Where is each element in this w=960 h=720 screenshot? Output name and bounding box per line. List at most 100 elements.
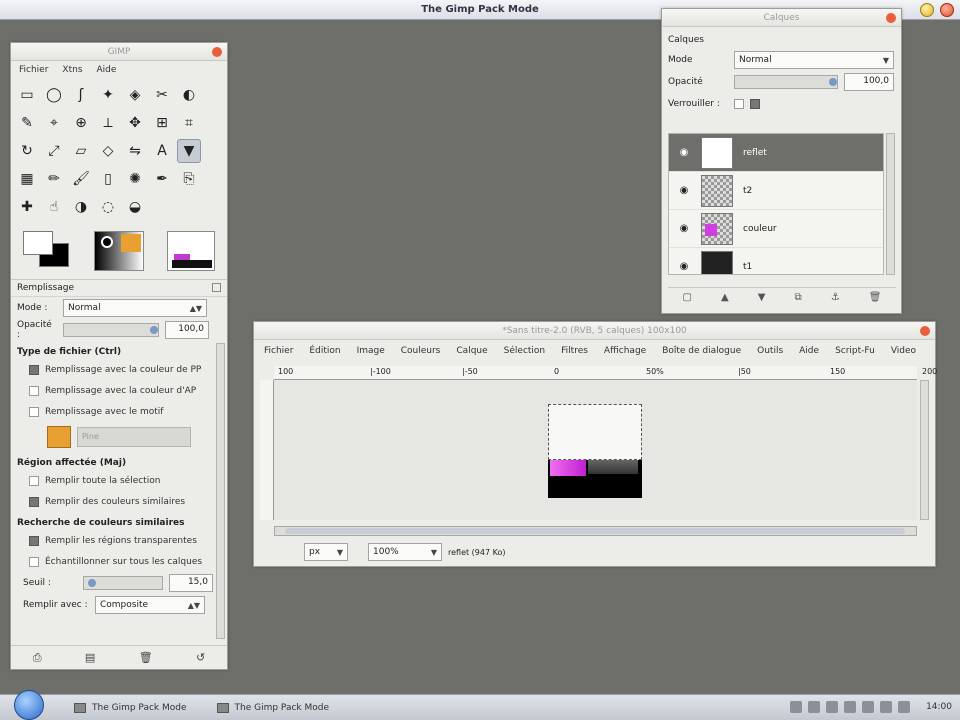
blur-icon[interactable]: ◌	[96, 195, 120, 219]
layer-row[interactable]: ◉ t2	[669, 172, 883, 210]
threshold-spin[interactable]: 15,0	[169, 574, 213, 592]
opacity-spin[interactable]: 100,0	[165, 321, 209, 339]
zoom-icon[interactable]: ⊕	[69, 111, 93, 135]
image-menu-item[interactable]: Outils	[757, 346, 783, 356]
fill-pattern-option[interactable]: Remplissage avec le motif	[11, 401, 227, 422]
rect-select-icon[interactable]: ▭	[15, 83, 39, 107]
reset-options-icon[interactable]: ↺	[196, 651, 205, 664]
image-menu-item[interactable]: Boîte de dialogue	[662, 346, 741, 356]
smudge-icon[interactable]: ☝	[42, 195, 66, 219]
fuzzy-select-icon[interactable]: ✦	[96, 83, 120, 107]
options-scrollbar[interactable]	[216, 343, 225, 639]
layer-row[interactable]: ◉ reflet	[669, 134, 883, 172]
delete-options-icon[interactable]: 🗑	[139, 651, 153, 664]
perspective-icon[interactable]: ◇	[96, 139, 120, 163]
eraser-icon[interactable]: ▯	[96, 167, 120, 191]
move-icon[interactable]: ✥	[123, 111, 147, 135]
align-icon[interactable]: ⊞	[150, 111, 174, 135]
layer-opacity-slider[interactable]	[734, 75, 838, 89]
tray-icon[interactable]	[862, 701, 874, 713]
pencil-icon[interactable]: ✏	[42, 167, 66, 191]
image-menu-item[interactable]: Filtres	[561, 346, 588, 356]
fill-fg-option[interactable]: Remplissage avec la couleur de PP	[11, 359, 227, 380]
eye-icon[interactable]: ◉	[677, 185, 691, 196]
crop-icon[interactable]: ⌗	[177, 111, 201, 135]
menu-fichier[interactable]: Fichier	[19, 65, 48, 75]
heal-icon[interactable]: ✚	[15, 195, 39, 219]
free-select-icon[interactable]: ʃ	[69, 83, 93, 107]
restore-options-icon[interactable]: ▤	[85, 651, 95, 664]
mode-select[interactable]: Normal ▲▼	[63, 299, 207, 317]
ink-icon[interactable]: ✒	[150, 167, 174, 191]
image-menu-item[interactable]: Calque	[456, 346, 487, 356]
paintbrush-icon[interactable]: 🖌	[69, 167, 93, 191]
layer-list-scrollbar[interactable]	[886, 133, 895, 275]
lock-alpha-icon[interactable]	[750, 99, 760, 109]
eye-icon[interactable]: ◉	[677, 261, 691, 272]
fillby-select[interactable]: Composite ▲▼	[95, 596, 205, 614]
duplicate-layer-icon[interactable]: ⧉	[795, 292, 802, 303]
tray-icon[interactable]	[826, 701, 838, 713]
image-menu-item[interactable]: Image	[357, 346, 385, 356]
area-similar-option[interactable]: Remplir des couleurs similaires	[11, 491, 227, 512]
start-button[interactable]	[14, 689, 44, 720]
vertical-ruler[interactable]	[260, 380, 274, 520]
fg-bg-colors[interactable]	[23, 231, 71, 271]
toolbox-close-button[interactable]	[212, 47, 222, 57]
layer-opacity-spin[interactable]: 100,0	[844, 73, 894, 91]
tray-icon[interactable]	[880, 701, 892, 713]
active-image-preview[interactable]	[167, 231, 215, 271]
ellipse-select-icon[interactable]: ◯	[42, 83, 66, 107]
layer-mode-select[interactable]: Normal ▼	[734, 51, 894, 69]
unit-select[interactable]: px ▼	[304, 543, 348, 561]
tray-icon[interactable]	[790, 701, 802, 713]
color-picker-icon[interactable]: ⌖	[42, 111, 66, 135]
tray-icon[interactable]	[898, 701, 910, 713]
minimize-button[interactable]	[920, 3, 934, 17]
rotate-icon[interactable]: ↻	[15, 139, 39, 163]
airbrush-icon[interactable]: ✺	[123, 167, 147, 191]
horizontal-ruler[interactable]: 100 |-100 |-50 0 50% |50 150 200	[274, 366, 937, 380]
layer-row[interactable]: ◉ couleur	[669, 210, 883, 248]
threshold-slider[interactable]	[83, 576, 163, 590]
delete-layer-icon[interactable]: 🗑	[869, 292, 882, 303]
close-button[interactable]	[940, 3, 954, 17]
fill-transparent-checkbox[interactable]: Remplir les régions transparentes	[11, 530, 227, 551]
eye-icon[interactable]: ◉	[677, 223, 691, 234]
flip-icon[interactable]: ⇋	[123, 139, 147, 163]
task-item[interactable]: The Gimp Pack Mode	[74, 702, 187, 713]
image-menu-item[interactable]: Fichier	[264, 346, 293, 356]
raise-layer-icon[interactable]: ▲	[721, 292, 729, 303]
eye-icon[interactable]: ◉	[677, 147, 691, 158]
paths-icon[interactable]: ✎	[15, 111, 39, 135]
image-menu-item[interactable]: Affichage	[604, 346, 646, 356]
opacity-slider[interactable]	[63, 323, 159, 337]
tray-icon[interactable]	[808, 701, 820, 713]
image-menu-item[interactable]: Sélection	[504, 346, 545, 356]
menu-aide[interactable]: Aide	[97, 65, 117, 75]
canvas[interactable]	[274, 380, 917, 520]
menu-xtns[interactable]: Xtns	[62, 65, 82, 75]
area-whole-option[interactable]: Remplir toute la sélection	[11, 470, 227, 491]
image-menu-item[interactable]: Couleurs	[401, 346, 441, 356]
panel-menu-icon[interactable]	[212, 283, 221, 292]
sample-merged-checkbox[interactable]: Échantillonner sur tous les calques	[11, 551, 227, 572]
burn-icon[interactable]: ◒	[123, 195, 147, 219]
scale-icon[interactable]: ⤢	[42, 139, 66, 163]
image-menu-item[interactable]: Édition	[309, 346, 340, 356]
lower-layer-icon[interactable]: ▼	[758, 292, 766, 303]
foreground-select-icon[interactable]: ◐	[177, 83, 201, 107]
anchor-layer-icon[interactable]: ⚓	[831, 292, 840, 303]
image-close-button[interactable]	[920, 326, 930, 336]
lock-checkbox[interactable]	[734, 99, 744, 109]
pattern-swatch[interactable]	[47, 426, 71, 448]
shear-icon[interactable]: ▱	[69, 139, 93, 163]
image-menu-item[interactable]: Aide	[799, 346, 819, 356]
fill-bg-option[interactable]: Remplissage avec la couleur d'AP	[11, 380, 227, 401]
image-menu-item[interactable]: Video	[891, 346, 916, 356]
dodge-icon[interactable]: ◑	[69, 195, 93, 219]
layer-row[interactable]: ◉ t1	[669, 248, 883, 274]
color-select-icon[interactable]: ◈	[123, 83, 147, 107]
bucket-fill-icon[interactable]: ▼	[177, 139, 201, 163]
measure-icon[interactable]: ⟂	[96, 111, 120, 135]
